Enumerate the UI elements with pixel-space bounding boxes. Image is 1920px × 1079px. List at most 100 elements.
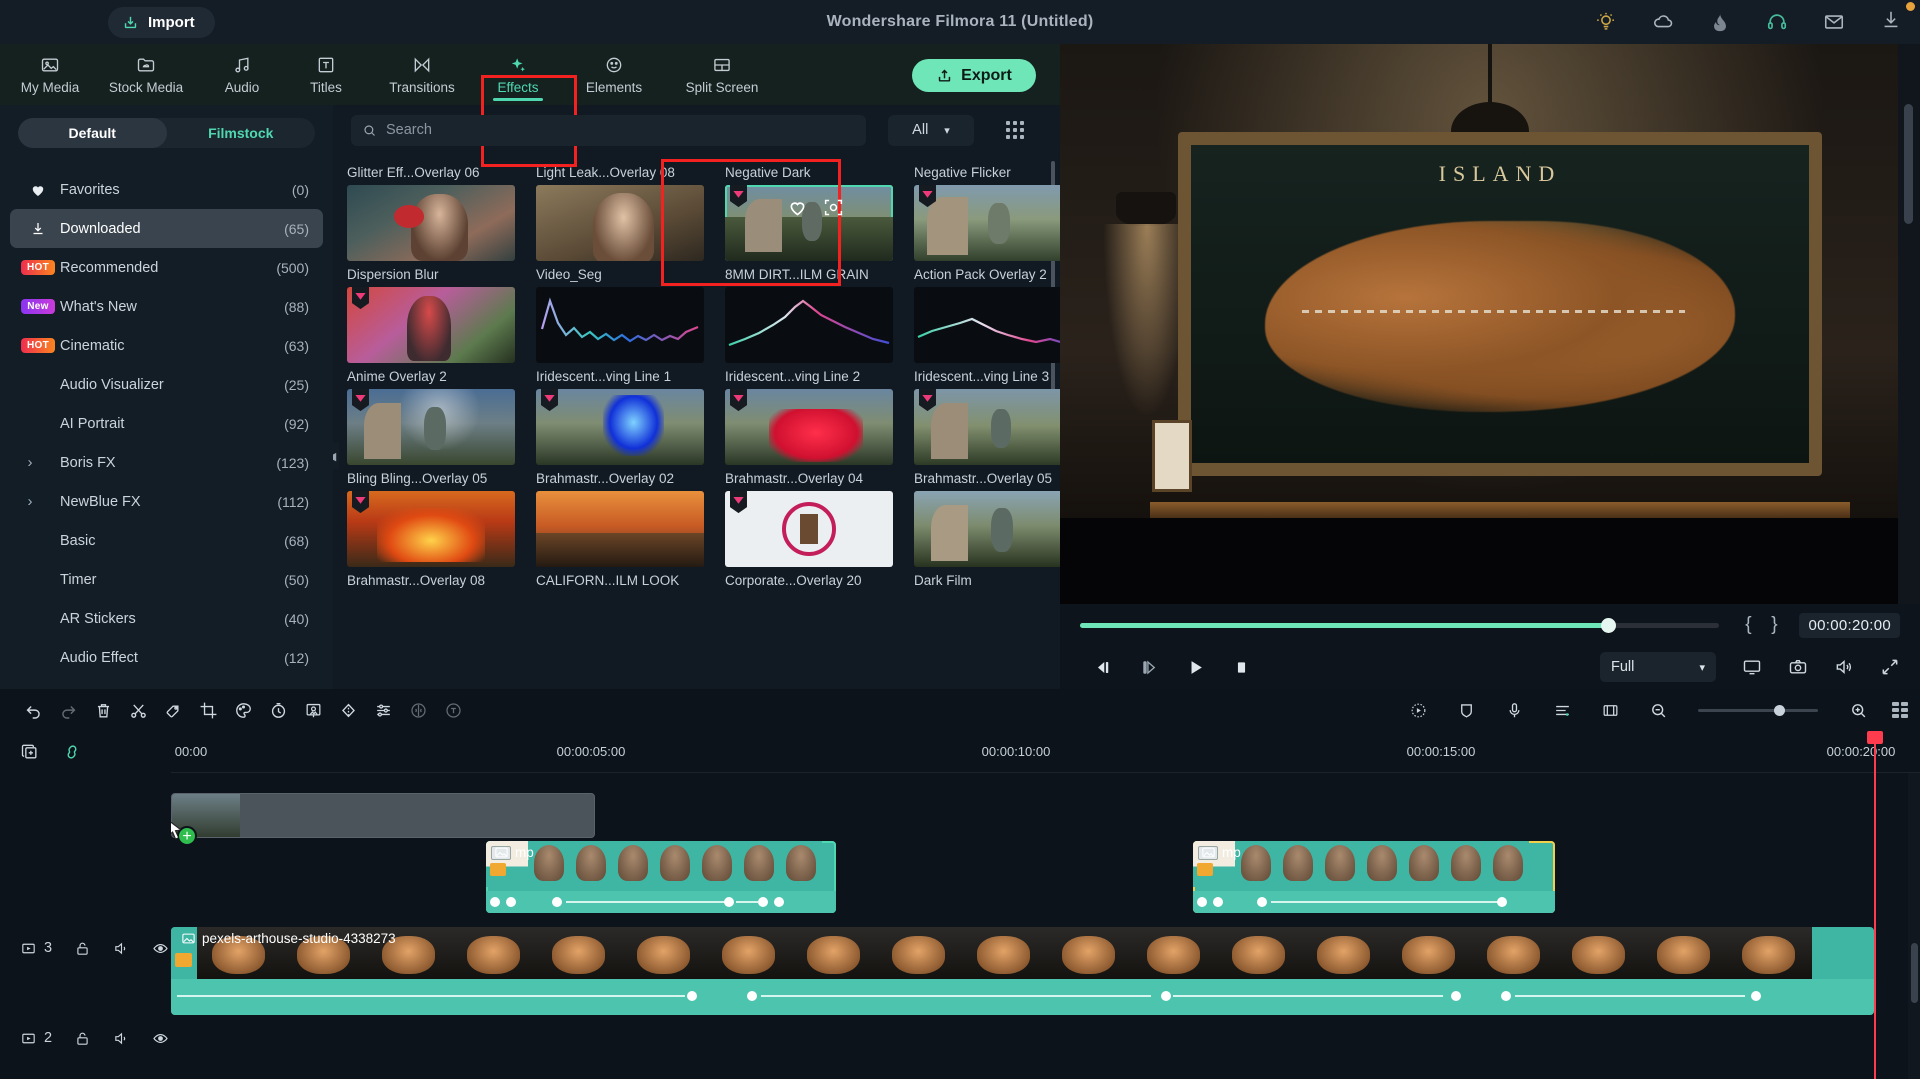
- effect-thumbnail[interactable]: [347, 389, 515, 465]
- tab-titles[interactable]: Titles: [284, 44, 368, 105]
- keyframe-dot[interactable]: [1161, 991, 1171, 1001]
- green-screen-button[interactable]: [296, 689, 331, 731]
- category-audio-visualizer[interactable]: Audio Visualizer (25): [10, 365, 323, 404]
- speaker-icon[interactable]: [113, 1030, 130, 1047]
- timeline-zoom-slider[interactable]: [1698, 704, 1818, 716]
- effect-thumbnail[interactable]: [536, 287, 704, 363]
- timeline-clip-drag-placeholder[interactable]: [171, 793, 595, 838]
- speaker-icon[interactable]: [113, 940, 130, 957]
- clip-keyframe-bar[interactable]: [486, 891, 836, 913]
- timeline-vertical-scrollbar[interactable]: [1908, 773, 1920, 1079]
- color-button[interactable]: [226, 689, 261, 731]
- playhead[interactable]: [1867, 731, 1883, 1079]
- clip-keyframe-bar[interactable]: [171, 979, 1874, 1015]
- timeline-clip-track2[interactable]: pexels-arthouse-studio-4338273: [171, 927, 1874, 1015]
- tab-my-media[interactable]: My Media: [8, 44, 92, 105]
- keyframe-dot[interactable]: [724, 897, 734, 907]
- category-basic[interactable]: Basic (68): [10, 521, 323, 560]
- tips-bulb-icon[interactable]: [1595, 11, 1617, 33]
- effect-thumbnail[interactable]: [536, 389, 704, 465]
- filter-dropdown[interactable]: All ▾: [888, 114, 974, 146]
- fullscreen-icon[interactable]: [1880, 657, 1900, 677]
- effects-scroll-region[interactable]: ◀ Glitter Eff...Overlay 06: [333, 155, 1060, 689]
- audio-mixer-right-button[interactable]: [1548, 689, 1576, 731]
- search-input[interactable]: [386, 122, 855, 138]
- effect-thumbnail[interactable]: [914, 389, 1060, 465]
- zoom-in-button[interactable]: [1844, 689, 1872, 731]
- collapse-panel-arrow-icon[interactable]: ◀: [333, 443, 339, 469]
- keyframe-dot[interactable]: [1751, 991, 1761, 1001]
- effect-thumbnail-selected[interactable]: [725, 185, 893, 261]
- keyframe-dot[interactable]: [506, 897, 516, 907]
- render-preview-button[interactable]: [436, 689, 471, 731]
- export-button[interactable]: Export: [912, 59, 1036, 92]
- speed-button[interactable]: [261, 689, 296, 731]
- speaker-icon[interactable]: [1834, 657, 1854, 677]
- tab-effects[interactable]: Effects: [476, 44, 560, 105]
- mark-out-button[interactable]: }: [1761, 614, 1787, 636]
- category-audio-effect[interactable]: Audio Effect (12): [10, 638, 323, 677]
- zoom-slider-knob[interactable]: [1773, 704, 1785, 716]
- add-track-icon[interactable]: [20, 742, 40, 762]
- play-button[interactable]: [1172, 658, 1218, 677]
- snapshot-camera-icon[interactable]: [1788, 657, 1808, 677]
- headset-support-icon[interactable]: [1766, 11, 1788, 33]
- chevron-right-icon[interactable]: ›: [16, 454, 44, 471]
- effect-thumbnail[interactable]: [725, 287, 893, 363]
- effect-thumbnail[interactable]: [347, 491, 515, 567]
- download-icon[interactable]: [1880, 9, 1902, 31]
- seek-knob[interactable]: [1600, 617, 1616, 633]
- tab-split-screen[interactable]: Split Screen: [668, 44, 776, 105]
- effect-thumbnail[interactable]: [725, 491, 893, 567]
- chevron-right-icon[interactable]: ›: [16, 493, 44, 510]
- mail-icon[interactable]: [1823, 11, 1845, 33]
- record-playback-button[interactable]: [1404, 689, 1432, 731]
- keyframe-dot[interactable]: [758, 897, 768, 907]
- video-canvas[interactable]: ISLAND: [1060, 44, 1920, 604]
- scrollbar-thumb[interactable]: [1911, 943, 1918, 1003]
- category-timer[interactable]: Timer (50): [10, 560, 323, 599]
- keyframe-dot[interactable]: [552, 897, 562, 907]
- eye-icon[interactable]: [152, 1030, 169, 1047]
- effect-thumbnail[interactable]: [536, 185, 704, 261]
- seek-slider[interactable]: [1080, 617, 1720, 633]
- keyframe-dot[interactable]: [774, 897, 784, 907]
- keyframe-dot[interactable]: [1501, 991, 1511, 1001]
- tab-transitions[interactable]: Transitions: [368, 44, 476, 105]
- tab-stock-media[interactable]: Stock Media: [92, 44, 200, 105]
- timeline-track-area[interactable]: 00:00 00:00:05:00 00:00:10:00 00:00:15:0…: [171, 731, 1920, 1079]
- keyframe-dot[interactable]: [1197, 897, 1207, 907]
- favorite-heart-icon[interactable]: [787, 197, 808, 223]
- category-newblue-fx[interactable]: › NewBlue FX (112): [10, 482, 323, 521]
- timeline-ruler[interactable]: 00:00 00:00:05:00 00:00:10:00 00:00:15:0…: [171, 731, 1920, 773]
- category-downloaded[interactable]: Downloaded (65): [10, 209, 323, 248]
- flame-icon[interactable]: [1709, 11, 1731, 33]
- keyframe-dot[interactable]: [1213, 897, 1223, 907]
- marker-right-button[interactable]: [1596, 689, 1624, 731]
- microphone-button[interactable]: [1500, 689, 1528, 731]
- mark-in-button[interactable]: {: [1735, 614, 1761, 636]
- stop-button[interactable]: [1218, 658, 1264, 677]
- segment-default[interactable]: Default: [18, 118, 167, 148]
- keyframe-dot[interactable]: [1257, 897, 1267, 907]
- category-whats-new[interactable]: New What's New (88): [10, 287, 323, 326]
- unlock-icon[interactable]: [74, 940, 91, 957]
- preview-vertical-scrollbar[interactable]: [1898, 44, 1920, 604]
- monitor-icon[interactable]: [1742, 657, 1762, 677]
- tab-elements[interactable]: Elements: [560, 44, 668, 105]
- next-frame-button[interactable]: [1126, 658, 1172, 677]
- category-ai-portrait[interactable]: AI Portrait (92): [10, 404, 323, 443]
- category-recommended[interactable]: HOT Recommended (500): [10, 248, 323, 287]
- keyframe-dot[interactable]: [1451, 991, 1461, 1001]
- redo-button[interactable]: [51, 689, 86, 731]
- category-cinematic[interactable]: HOT Cinematic (63): [10, 326, 323, 365]
- previous-frame-button[interactable]: [1080, 658, 1126, 677]
- effect-thumbnail[interactable]: [725, 389, 893, 465]
- eye-icon[interactable]: [152, 940, 169, 957]
- keyframe-dot[interactable]: [747, 991, 757, 1001]
- category-boris-fx[interactable]: › Boris FX (123): [10, 443, 323, 482]
- unlock-icon[interactable]: [74, 1030, 91, 1047]
- mask-button[interactable]: [331, 689, 366, 731]
- effect-thumbnail[interactable]: [347, 185, 515, 261]
- preview-zoom-icon[interactable]: [823, 197, 844, 223]
